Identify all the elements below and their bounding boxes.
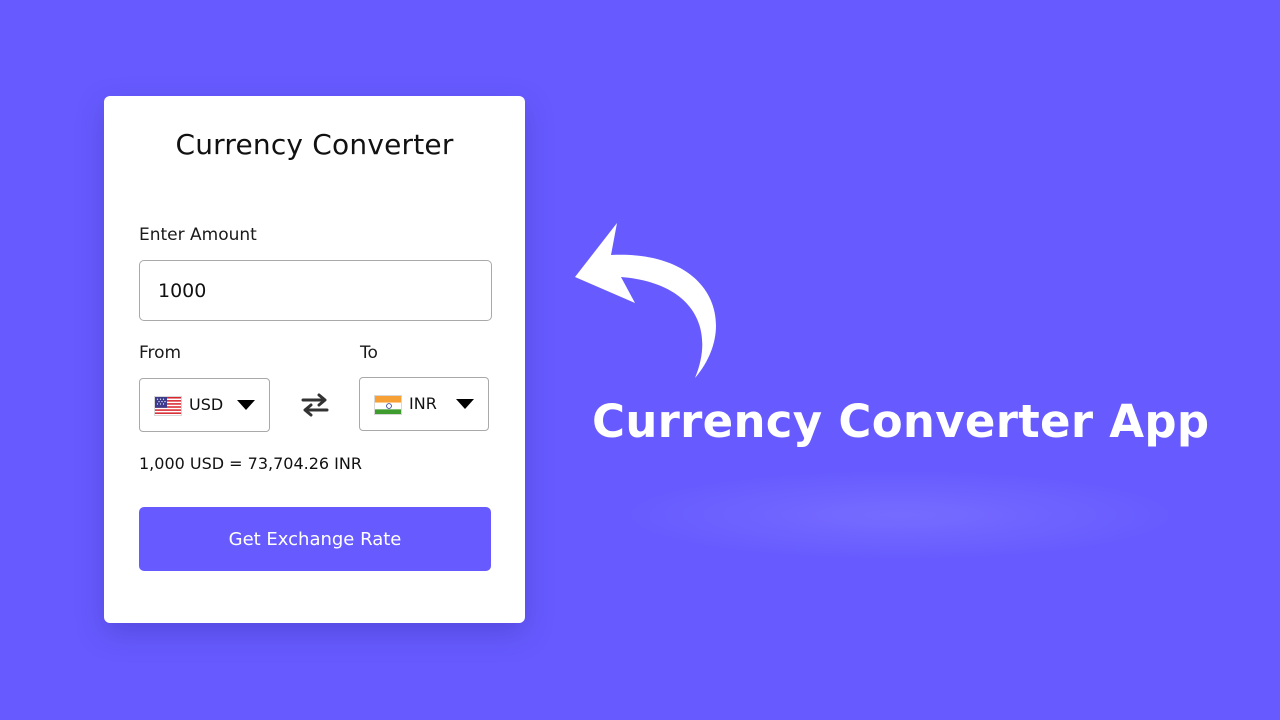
amount-label: Enter Amount: [139, 225, 257, 245]
to-currency-select[interactable]: INR: [359, 377, 489, 431]
chevron-down-icon: [237, 400, 255, 410]
to-currency-code: INR: [409, 394, 437, 413]
swap-arrows-icon[interactable]: [300, 392, 330, 418]
chevron-down-icon: [456, 399, 474, 409]
from-currency-select[interactable]: USD: [139, 378, 270, 432]
india-flag-icon: [374, 395, 402, 415]
page: Currency Converter Enter Amount From To: [0, 0, 1280, 720]
card-title: Currency Converter: [175, 128, 454, 161]
amount-input[interactable]: [139, 260, 492, 321]
from-currency-code: USD: [189, 395, 224, 414]
from-label: From: [139, 343, 182, 363]
exchange-result: 1,000 USD = 73,704.26 INR: [139, 454, 362, 473]
to-label: To: [360, 343, 378, 363]
us-flag-icon: [154, 396, 182, 416]
curved-arrow-icon: [565, 215, 735, 390]
title-glow: [620, 470, 1180, 560]
get-exchange-rate-button[interactable]: Get Exchange Rate: [139, 507, 491, 571]
hero-title: Currency Converter App: [592, 395, 1210, 448]
converter-card: Currency Converter Enter Amount From To: [104, 96, 525, 623]
